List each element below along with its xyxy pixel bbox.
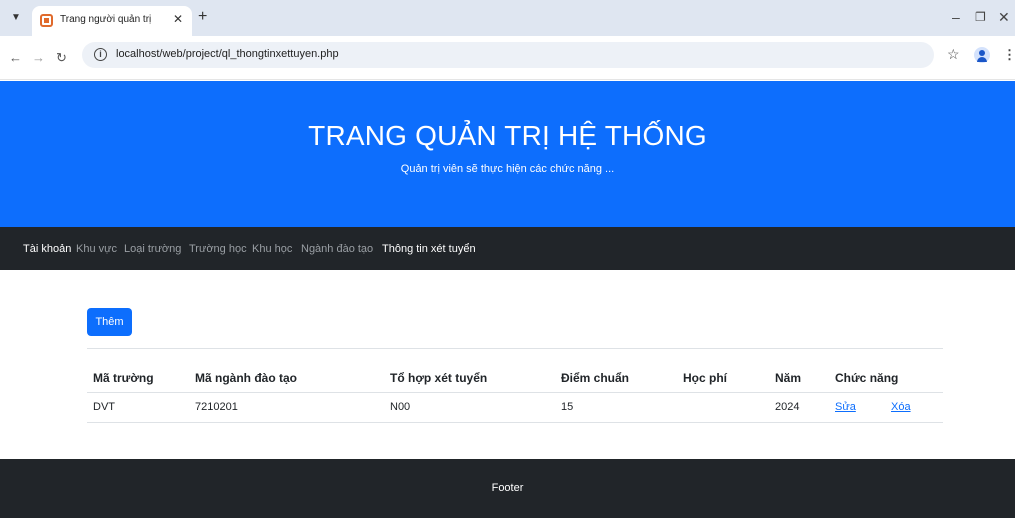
table-row-divider xyxy=(87,422,943,423)
new-tab-icon[interactable]: + xyxy=(198,8,207,26)
page-header: TRANG QUẢN TRỊ HỆ THỐNG Quản trị viên sẽ… xyxy=(0,81,1015,227)
page-title: TRANG QUẢN TRỊ HỆ THỐNG xyxy=(308,120,707,151)
column-header-ma-truong: Mã trường xyxy=(93,371,154,385)
table-divider xyxy=(87,348,943,349)
forward-arrow-icon[interactable]: → xyxy=(32,50,45,65)
tab-title: Trang người quản trị xyxy=(60,14,152,25)
add-button[interactable]: Thêm xyxy=(87,308,132,336)
tab-search-chevron-icon[interactable]: ▼ xyxy=(8,10,24,26)
page-footer: Footer xyxy=(0,459,1015,518)
cell-nam: 2024 xyxy=(775,401,800,413)
cell-diem-chuan: 15 xyxy=(561,401,574,413)
minimize-icon[interactable]: – xyxy=(952,9,960,25)
restore-window-icon[interactable]: ❐ xyxy=(975,10,986,24)
nav-item-khu-vuc[interactable]: Khu vực xyxy=(76,243,117,255)
cell-to-hop: N00 xyxy=(390,401,411,413)
cell-ma-nganh: 7210201 xyxy=(195,401,238,413)
delete-link[interactable]: Xóa xyxy=(891,401,911,413)
back-arrow-icon[interactable]: ← xyxy=(9,50,22,65)
nav-item-truong-hoc[interactable]: Trường học xyxy=(189,243,247,255)
column-header-ma-nganh: Mã ngành đào tạo xyxy=(195,371,297,385)
table-header-divider xyxy=(87,392,943,393)
nav-item-nganh-dao-tao[interactable]: Ngành đào tạo xyxy=(301,243,373,255)
browser-toolbar: ← → ↻ i localhost/web/project/ql_thongti… xyxy=(0,36,1015,80)
column-header-diem-chuan: Điểm chuẩn xyxy=(561,371,630,385)
site-info-icon[interactable]: i xyxy=(94,48,107,61)
address-bar[interactable]: i localhost/web/project/ql_thongtinxettu… xyxy=(82,42,934,68)
column-header-hoc-phi: Học phí xyxy=(683,371,727,385)
main-navbar: Tài khoản Khu vực Loại trường Trường học… xyxy=(0,227,1015,270)
nav-item-khu-hoc[interactable]: Khu học xyxy=(252,243,292,255)
bookmark-star-icon[interactable]: ☆ xyxy=(947,46,960,63)
reload-icon[interactable]: ↻ xyxy=(56,50,67,66)
kebab-menu-icon[interactable]: ⋮ xyxy=(1003,47,1015,63)
column-header-chuc-nang: Chức năng xyxy=(835,371,899,385)
browser-tab[interactable]: Trang người quản trị ✕ xyxy=(32,6,192,36)
column-header-nam: Năm xyxy=(775,371,802,385)
tab-favicon-icon xyxy=(40,14,53,27)
column-header-to-hop: Tổ hợp xét tuyển xyxy=(390,371,488,385)
page-subtitle: Quản trị viên sẽ thực hiện các chức năng… xyxy=(400,163,615,175)
cell-ma-truong: DVT xyxy=(93,401,115,413)
nav-item-loai-truong[interactable]: Loại trường xyxy=(124,243,181,255)
browser-tab-strip: ▼ Trang người quản trị ✕ + – ❐ ✕ xyxy=(0,0,1015,36)
tab-close-icon[interactable]: ✕ xyxy=(173,12,183,26)
edit-link[interactable]: Sửa xyxy=(835,401,856,413)
url-text[interactable]: localhost/web/project/ql_thongtinxettuye… xyxy=(116,48,339,60)
close-window-icon[interactable]: ✕ xyxy=(998,9,1010,26)
profile-avatar-icon[interactable] xyxy=(974,47,990,63)
nav-item-thong-tin-xet-tuyen[interactable]: Thông tin xét tuyển xyxy=(382,243,476,255)
nav-item-tai-khoan[interactable]: Tài khoản xyxy=(23,243,71,255)
